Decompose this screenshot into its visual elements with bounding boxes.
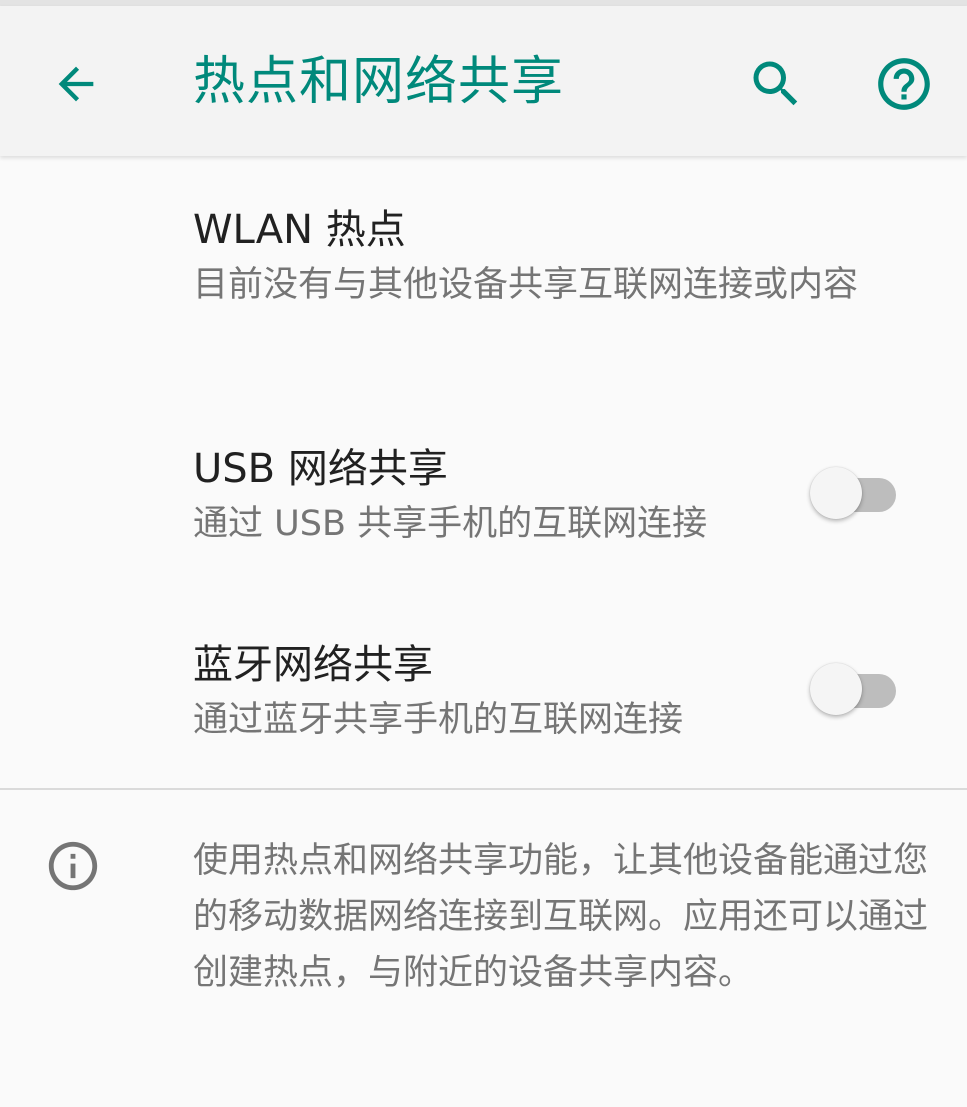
help-button[interactable] (872, 52, 936, 116)
usb-tethering-summary: 通过 USB 共享手机的互联网连接 (193, 504, 708, 544)
tethering-settings-screen: 热点和网络共享 WLAN 热点 目前没有与其他设备共享互联网连接或内容 USB … (0, 0, 967, 1107)
help-circle-icon (878, 58, 930, 110)
footer-description: 使用热点和网络共享功能，让其他设备能通过您的移动数据网络连接到互联网。应用还可以… (193, 841, 929, 993)
back-button[interactable] (44, 52, 108, 116)
wlan-hotspot-summary: 目前没有与其他设备共享互联网连接或内容 (193, 265, 859, 305)
switch-thumb (810, 467, 862, 519)
bluetooth-tethering-item[interactable]: 蓝牙网络共享 通过蓝牙共享手机的互联网连接 (0, 616, 967, 766)
usb-tethering-item[interactable]: USB 网络共享 通过 USB 共享手机的互联网连接 (0, 420, 967, 570)
wlan-hotspot-title: WLAN 热点 (193, 207, 406, 253)
usb-tethering-title: USB 网络共享 (193, 446, 448, 492)
info-icon-wrap (43, 836, 103, 896)
section-divider (0, 788, 967, 790)
search-button[interactable] (744, 52, 808, 116)
search-icon (753, 61, 798, 106)
bluetooth-tethering-summary: 通过蓝牙共享手机的互联网连接 (193, 700, 684, 740)
arrow-back-icon (58, 66, 94, 102)
page-title: 热点和网络共享 (193, 52, 565, 112)
app-toolbar: 热点和网络共享 (0, 6, 967, 156)
wlan-hotspot-item[interactable]: WLAN 热点 目前没有与其他设备共享互联网连接或内容 (0, 156, 967, 356)
usb-tethering-switch[interactable] (806, 463, 900, 523)
info-icon (48, 841, 98, 891)
bluetooth-tethering-title: 蓝牙网络共享 (193, 642, 433, 688)
switch-thumb (810, 663, 862, 715)
bluetooth-tethering-switch[interactable] (806, 659, 900, 719)
